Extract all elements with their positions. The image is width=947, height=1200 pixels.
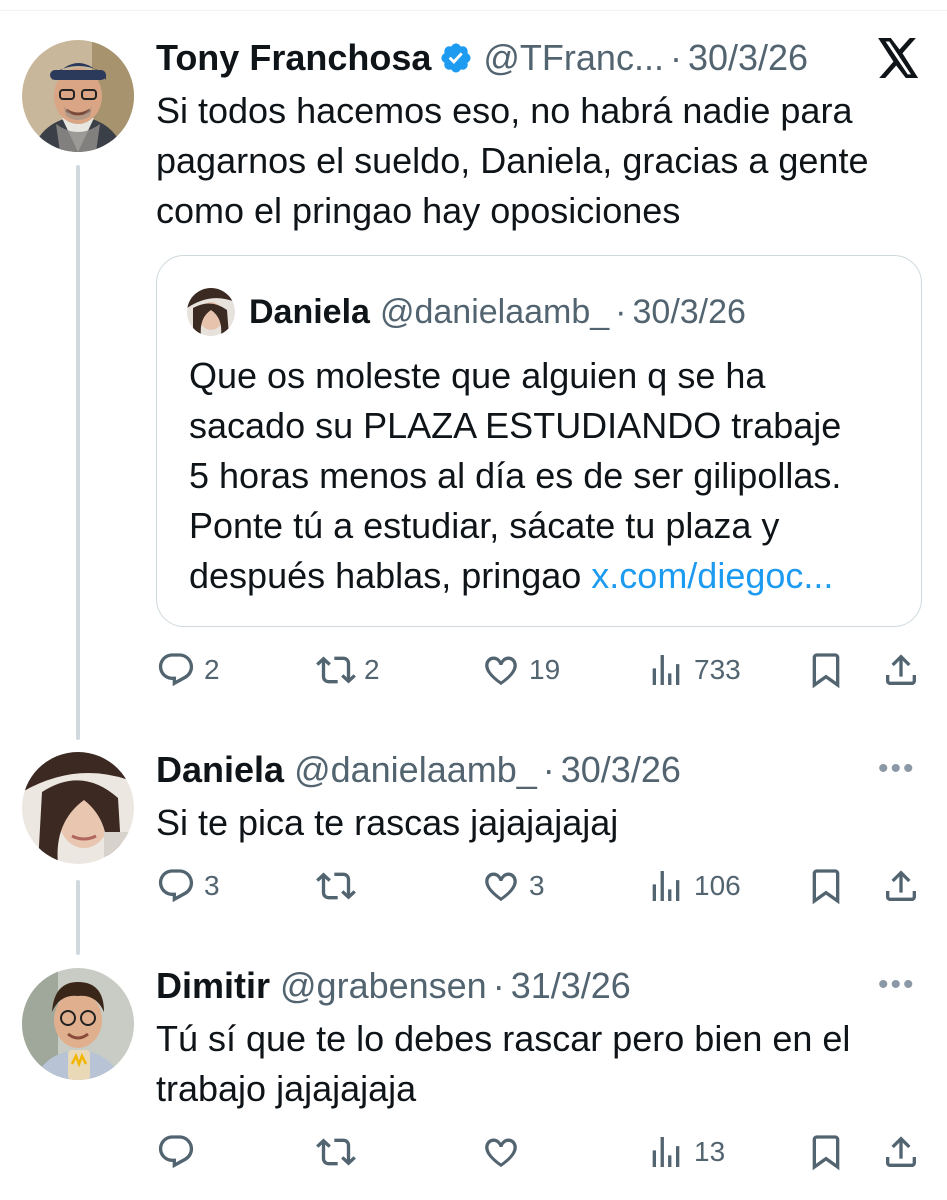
thread-connector bbox=[76, 165, 80, 740]
quote-text: Que os moleste que alguien q se ha sacad… bbox=[189, 351, 919, 601]
views-button[interactable]: 106 bbox=[646, 862, 741, 910]
separator: · bbox=[492, 965, 505, 1006]
avatar[interactable] bbox=[22, 40, 134, 152]
quote-text-line: sacado su PLAZA ESTUDIANDO trabaje bbox=[189, 405, 842, 446]
reply-button[interactable] bbox=[156, 1128, 204, 1176]
repost-button[interactable]: 2 bbox=[316, 646, 380, 694]
like-icon bbox=[485, 1138, 517, 1168]
more-options-icon[interactable]: ••• bbox=[878, 968, 916, 1002]
reply-button[interactable]: 2 bbox=[156, 646, 220, 694]
repost-icon bbox=[316, 872, 356, 900]
bookmark-icon bbox=[812, 653, 840, 689]
views-count: 733 bbox=[694, 654, 741, 685]
like-count: 3 bbox=[529, 870, 545, 901]
share-button[interactable] bbox=[881, 646, 921, 694]
separator: · bbox=[542, 749, 555, 790]
tweet-text-line: Si todos hacemos eso, no habrá nadie par… bbox=[156, 90, 853, 131]
author-name[interactable]: Tony Franchosa bbox=[156, 38, 431, 78]
tweet-date[interactable]: 30/3/26 bbox=[688, 38, 808, 78]
reply-icon bbox=[158, 869, 194, 903]
tweet-date[interactable]: 30/3/26 bbox=[633, 292, 746, 332]
author-name[interactable]: Daniela bbox=[156, 750, 284, 790]
tweet-text: Si te pica te rascas jajajajajaj bbox=[156, 798, 916, 848]
tweet-actions: 13 bbox=[156, 1128, 926, 1176]
like-button[interactable]: 3 bbox=[481, 862, 545, 910]
tweet-text-line: trabajo jajajajaja bbox=[156, 1068, 417, 1109]
tweet-text-line: Tú sí que te lo debes rascar pero bien e… bbox=[156, 1018, 851, 1059]
bookmark-icon bbox=[812, 1135, 840, 1171]
reply-count: 3 bbox=[204, 870, 220, 901]
bookmark-button[interactable] bbox=[806, 646, 846, 694]
avatar bbox=[187, 288, 235, 336]
views-button[interactable]: 13 bbox=[646, 1128, 725, 1176]
reply-icon bbox=[158, 1135, 194, 1169]
tweet-text: Tú sí que te lo debes rascar pero bien e… bbox=[156, 1014, 916, 1114]
reply-count: 2 bbox=[204, 654, 220, 685]
repost-icon bbox=[316, 656, 356, 684]
tweet-text-line: como el pringao hay oposiciones bbox=[156, 190, 681, 231]
quote-text-tail: después hablas, pringao bbox=[189, 555, 592, 596]
bookmark-button[interactable] bbox=[806, 862, 846, 910]
views-icon bbox=[652, 871, 680, 901]
bookmark-icon bbox=[812, 869, 840, 905]
like-button[interactable]: 19 bbox=[481, 646, 560, 694]
repost-button[interactable] bbox=[316, 1128, 364, 1176]
tweet-actions: 2 2 19 733 bbox=[156, 646, 926, 694]
tweet-date[interactable]: 31/3/26 bbox=[511, 966, 631, 1006]
tweet-text-line: Si te pica te rascas jajajajajaj bbox=[156, 802, 619, 843]
top-divider bbox=[0, 10, 947, 11]
like-button[interactable] bbox=[481, 1128, 529, 1176]
quote-text-line: Que os moleste que alguien q se ha bbox=[189, 355, 766, 396]
author-name[interactable]: Daniela bbox=[249, 292, 370, 332]
avatar[interactable] bbox=[22, 968, 134, 1080]
repost-count: 2 bbox=[364, 654, 380, 685]
tweet-header: Daniela @danielaamb_ · 30/3/26 bbox=[156, 750, 681, 790]
like-icon bbox=[485, 656, 517, 686]
quoted-tweet[interactable]: Daniela @danielaamb_ · 30/3/26 Que os mo… bbox=[156, 255, 922, 627]
author-handle[interactable]: @TFranc... bbox=[483, 38, 664, 78]
tweet-text-line: pagarnos el sueldo, Daniela, gracias a g… bbox=[156, 140, 869, 181]
quote-text-line: Ponte tú a estudiar, sácate tu plaza y bbox=[189, 505, 780, 546]
share-icon bbox=[886, 1136, 916, 1167]
share-icon bbox=[886, 654, 916, 685]
like-count: 19 bbox=[529, 654, 561, 685]
repost-button[interactable] bbox=[316, 862, 364, 910]
separator: · bbox=[615, 293, 627, 331]
tweet-actions: 3 3 106 bbox=[156, 862, 926, 910]
repost-icon bbox=[316, 1138, 356, 1166]
quote-header: Daniela @danielaamb_ · 30/3/26 bbox=[249, 292, 746, 332]
reply-icon bbox=[158, 653, 194, 687]
quote-text-line: 5 horas menos al día es de ser gilipolla… bbox=[189, 455, 842, 496]
verified-badge-icon bbox=[441, 43, 471, 73]
tweet-header: Dimitir @grabensen · 31/3/26 bbox=[156, 966, 631, 1006]
author-handle[interactable]: @grabensen bbox=[280, 966, 487, 1006]
x-logo-icon[interactable] bbox=[878, 38, 920, 78]
author-handle[interactable]: @danielaamb_ bbox=[294, 750, 537, 790]
avatar[interactable] bbox=[22, 752, 134, 864]
views-icon bbox=[652, 655, 680, 685]
tweet-date[interactable]: 30/3/26 bbox=[561, 750, 681, 790]
views-count: 106 bbox=[694, 870, 741, 901]
share-icon bbox=[886, 870, 916, 901]
quote-link[interactable]: x.com/diegoc... bbox=[591, 555, 833, 596]
share-button[interactable] bbox=[881, 862, 921, 910]
tweet-header: Tony Franchosa @TFranc... · 30/3/26 bbox=[156, 38, 808, 78]
more-options-icon[interactable]: ••• bbox=[878, 752, 916, 786]
thread-connector bbox=[76, 880, 80, 955]
like-icon bbox=[485, 872, 517, 902]
bookmark-button[interactable] bbox=[806, 1128, 846, 1176]
quote-text-line: después hablas, pringao x.com/diegoc... bbox=[189, 551, 919, 601]
views-count: 13 bbox=[694, 1136, 726, 1167]
views-button[interactable]: 733 bbox=[646, 646, 741, 694]
separator: · bbox=[669, 37, 682, 78]
share-button[interactable] bbox=[881, 1128, 921, 1176]
tweet-text: Si todos hacemos eso, no habrá nadie par… bbox=[156, 86, 916, 236]
reply-button[interactable]: 3 bbox=[156, 862, 220, 910]
author-name[interactable]: Dimitir bbox=[156, 966, 270, 1006]
author-handle[interactable]: @danielaamb_ bbox=[380, 292, 609, 332]
views-icon bbox=[652, 1137, 680, 1167]
